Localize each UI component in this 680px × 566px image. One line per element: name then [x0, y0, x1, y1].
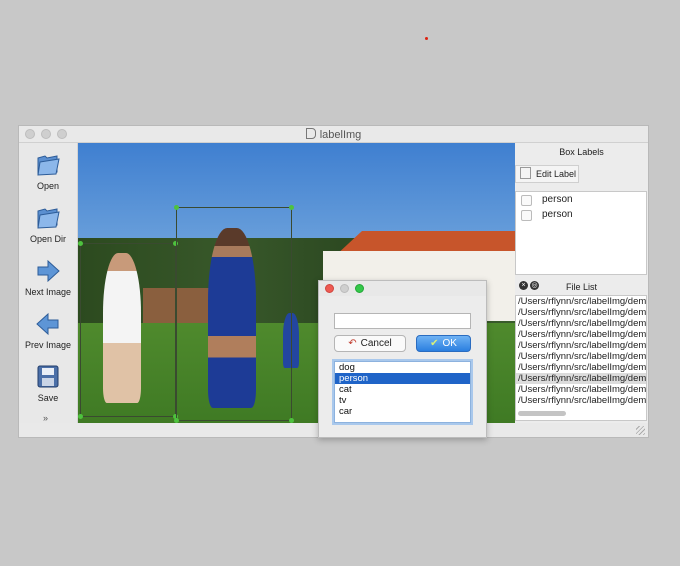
red-dot [425, 37, 428, 40]
resize-grip-icon[interactable] [636, 426, 645, 435]
chevron-more-icon[interactable]: » [43, 413, 48, 423]
file-item[interactable]: /Users/rflynn/src/labelImg/dem [516, 296, 646, 307]
open-dir-label: Open Dir [29, 234, 66, 244]
label-option-person[interactable]: person [335, 373, 470, 384]
cancel-button[interactable]: ↶ Cancel [334, 335, 406, 352]
checkmark-icon: ✔ [430, 338, 439, 349]
box-labels-title: Box Labels [559, 147, 604, 157]
label-item[interactable]: person [516, 207, 646, 222]
toolbar: Open Open Dir Next Image Prev Image Save… [19, 143, 78, 423]
next-image-label: Next Image [24, 287, 72, 297]
label-option-car[interactable]: car [335, 406, 470, 417]
open-button[interactable]: Open [19, 153, 77, 191]
folder-open-icon [37, 155, 60, 176]
bounding-box-person-2[interactable] [174, 205, 294, 423]
file-item[interactable]: /Users/rflynn/src/labelImg/dem [516, 307, 646, 318]
file-item-selected[interactable]: /Users/rflynn/src/labelImg/dem [516, 373, 646, 384]
next-image-button[interactable]: Next Image [19, 259, 77, 297]
file-item[interactable]: /Users/rflynn/src/labelImg/dem [516, 395, 646, 406]
file-item[interactable]: /Users/rflynn/src/labelImg/dem [516, 362, 646, 373]
file-item[interactable]: /Users/rflynn/src/labelImg/dem [516, 329, 646, 340]
ok-button[interactable]: ✔ OK [416, 335, 471, 352]
right-panel: Box Labels Edit Label person person × ◎ F… [515, 143, 648, 423]
box-handle[interactable] [78, 414, 83, 419]
file-item[interactable]: /Users/rflynn/src/labelImg/dem [516, 340, 646, 351]
floppy-disk-icon [37, 365, 59, 388]
file-list-title: File List [565, 282, 597, 292]
label-item[interactable]: person [516, 192, 646, 207]
prev-image-label: Prev Image [24, 340, 72, 350]
save-label: Save [37, 393, 59, 403]
label-checkbox[interactable] [521, 210, 532, 221]
label-dialog: ↶ Cancel ✔ OK dog person cat tv car [318, 280, 487, 438]
edit-label-button[interactable]: Edit Label [515, 165, 579, 183]
arrow-left-icon [36, 312, 59, 336]
file-item[interactable]: /Users/rflynn/src/labelImg/dem [516, 384, 646, 395]
dialog-minimize-button[interactable] [340, 284, 349, 293]
horizontal-scrollbar[interactable] [518, 411, 566, 416]
open-label: Open [36, 181, 60, 191]
box-labels-list: person person [515, 191, 647, 275]
undo-icon: ↶ [348, 338, 357, 349]
dialog-zoom-button[interactable] [355, 284, 364, 293]
prev-image-button[interactable]: Prev Image [19, 312, 77, 350]
dialog-close-button[interactable] [325, 284, 334, 293]
label-option-tv[interactable]: tv [335, 395, 470, 406]
save-button[interactable]: Save [19, 365, 77, 403]
box-handle[interactable] [174, 205, 179, 210]
edit-icon [520, 167, 531, 179]
file-item[interactable]: /Users/rflynn/src/labelImg/dem [516, 318, 646, 329]
label-option-dog[interactable]: dog [335, 362, 470, 373]
box-handle[interactable] [78, 241, 83, 246]
folder-open-icon [37, 208, 60, 229]
label-input[interactable] [334, 313, 471, 329]
arrow-right-icon [37, 259, 60, 283]
bounding-box-person-1[interactable] [78, 241, 178, 419]
label-options-list: dog person cat tv car [334, 361, 471, 423]
title-bar: labelImg [19, 126, 648, 143]
label-option-cat[interactable]: cat [335, 384, 470, 395]
label-checkbox[interactable] [521, 195, 532, 206]
box-handle[interactable] [289, 205, 294, 210]
file-list: /Users/rflynn/src/labelImg/dem /Users/rf… [515, 295, 647, 421]
window-title: labelImg [19, 128, 648, 141]
document-icon [305, 128, 316, 139]
dialog-title-bar [319, 281, 486, 296]
open-dir-button[interactable]: Open Dir [19, 206, 77, 244]
file-item[interactable]: /Users/rflynn/src/labelImg/dem [516, 351, 646, 362]
